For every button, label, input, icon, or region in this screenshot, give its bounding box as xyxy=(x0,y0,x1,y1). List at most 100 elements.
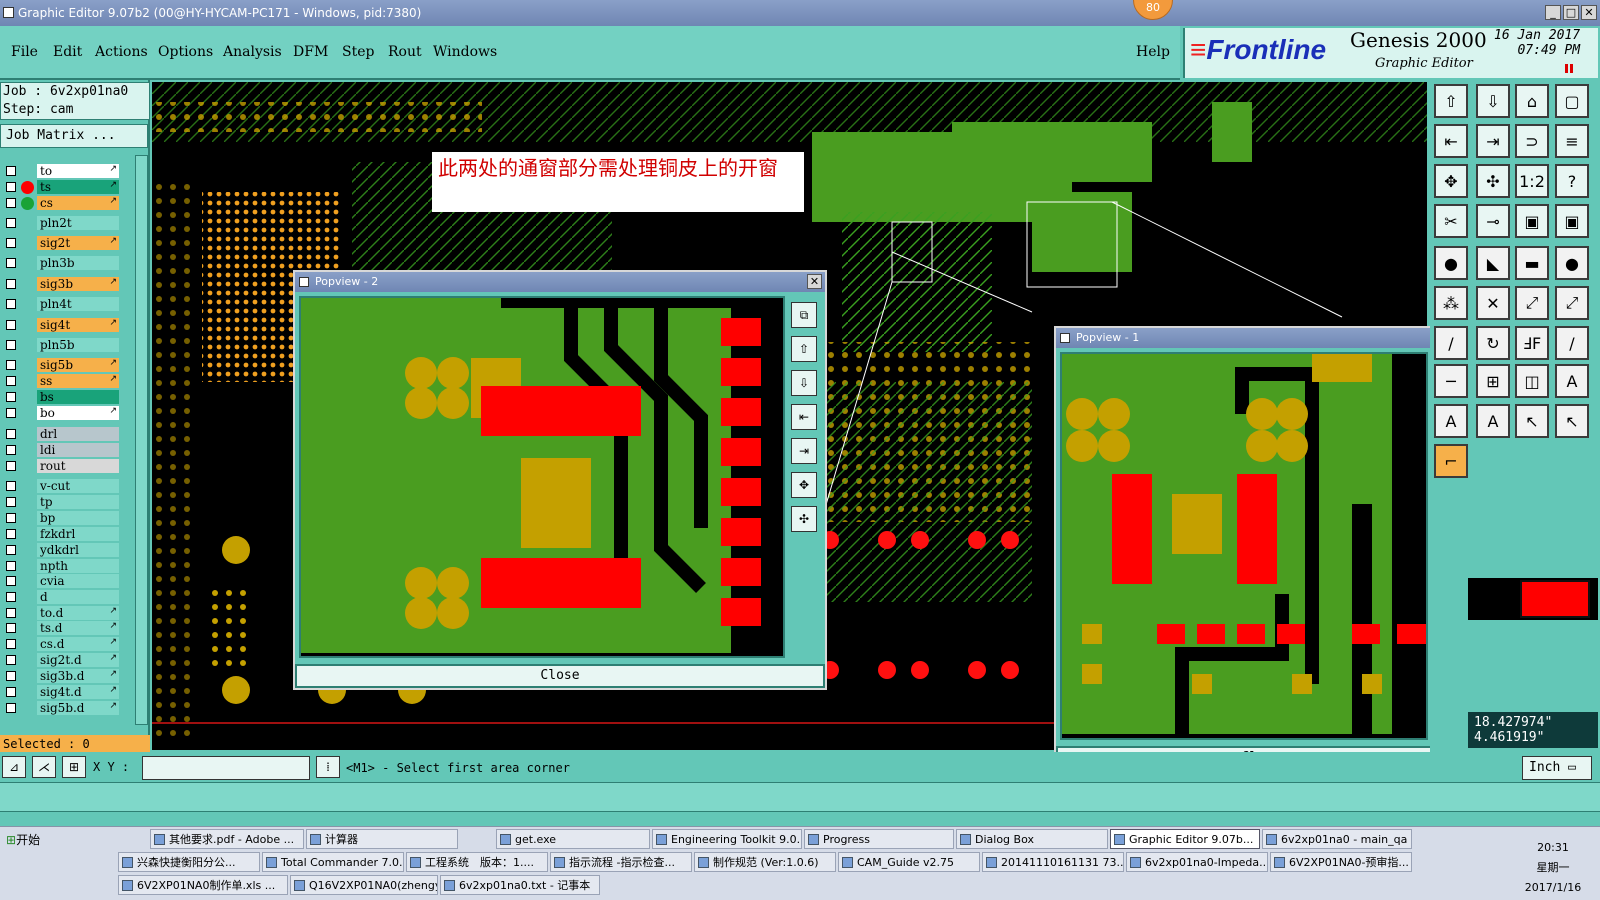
layer-row[interactable]: fzkdrl xyxy=(3,527,119,541)
taskbar-item[interactable]: Dialog Box xyxy=(956,829,1108,849)
tool-2-0-icon[interactable]: ✥ xyxy=(1434,164,1468,198)
layer-row[interactable]: ts.d ↗ xyxy=(3,621,119,635)
layer-row[interactable]: pln2t xyxy=(3,216,119,230)
tool-3-1-icon[interactable]: ⊸ xyxy=(1476,204,1510,238)
layer-checkbox[interactable] xyxy=(6,561,16,571)
layer-row[interactable]: v-cut xyxy=(3,479,119,493)
tool-8-3-icon[interactable]: ↖ xyxy=(1555,404,1589,438)
layer-checkbox[interactable] xyxy=(6,299,16,309)
layer-checkbox[interactable] xyxy=(6,545,16,555)
tool-7-2-icon[interactable]: ◫ xyxy=(1515,364,1549,398)
layer-row[interactable]: sig4t.d ↗ xyxy=(3,685,119,699)
taskbar-item[interactable]: 6v2xp01na0.txt - 记事本 xyxy=(440,875,600,895)
taskbar-item[interactable]: Total Commander 7.0... xyxy=(262,852,404,872)
layer-row[interactable]: bo ↗ xyxy=(3,406,119,420)
layer-row[interactable]: bs xyxy=(3,390,119,404)
layer-row[interactable]: ss ↗ xyxy=(3,374,119,388)
popview-2-pan-left-icon[interactable]: ⇤ xyxy=(791,404,817,430)
taskbar-item[interactable]: 6v2xp01na0-Impeda... xyxy=(1126,852,1268,872)
tool-5-0-icon[interactable]: ⁂ xyxy=(1434,286,1468,320)
taskbar-item[interactable]: 其他要求.pdf - Adobe ... xyxy=(150,829,304,849)
taskbar-item[interactable]: 制作规范 (Ver:1.0.6) xyxy=(694,852,836,872)
layer-checkbox[interactable] xyxy=(6,671,16,681)
layer-checkbox[interactable] xyxy=(6,497,16,507)
popview-2-pan-up-icon[interactable]: ⇧ xyxy=(791,336,817,362)
layer-checkbox[interactable] xyxy=(6,218,16,228)
layer-row[interactable]: sig3b ↗ xyxy=(3,277,119,291)
layer-checkbox[interactable] xyxy=(6,360,16,370)
layer-row[interactable]: bp xyxy=(3,511,119,525)
layer-checkbox[interactable] xyxy=(6,623,16,633)
layer-checkbox[interactable] xyxy=(6,166,16,176)
layer-checkbox[interactable] xyxy=(6,198,16,208)
layer-row[interactable]: ts ↗ xyxy=(3,180,119,194)
layer-row[interactable]: cs ↗ xyxy=(3,196,119,210)
layer-checkbox[interactable] xyxy=(6,408,16,418)
tool-1-1-icon[interactable]: ⇥ xyxy=(1476,124,1510,158)
layer-checkbox[interactable] xyxy=(6,445,16,455)
layer-checkbox[interactable] xyxy=(6,461,16,471)
tool-0-2-icon[interactable]: ⌂ xyxy=(1515,84,1549,118)
popview-2-view[interactable] xyxy=(299,296,785,658)
taskbar-item[interactable]: 计算器 xyxy=(306,829,458,849)
popview-2-pan-down-icon[interactable]: ⇩ xyxy=(791,370,817,396)
tool-4-3-icon[interactable]: ● xyxy=(1555,246,1589,280)
tool-9-0-icon[interactable]: ⌐ xyxy=(1434,444,1468,478)
taskbar-item[interactable]: 6V2XP01NA0-预审指... xyxy=(1270,852,1412,872)
taskbar-item[interactable]: Progress xyxy=(804,829,954,849)
popview-2-titlebar[interactable]: Popview - 2 ✕ xyxy=(295,272,825,292)
tool-1-2-icon[interactable]: ⊃ xyxy=(1515,124,1549,158)
layer-checkbox[interactable] xyxy=(6,529,16,539)
layer-row[interactable]: sig5b ↗ xyxy=(3,358,119,372)
layer-row[interactable]: sig2t ↗ xyxy=(3,236,119,250)
layer-row[interactable]: sig5b.d ↗ xyxy=(3,701,119,715)
tool-2-2-icon[interactable]: 1:2 xyxy=(1515,164,1549,198)
layer-checkbox[interactable] xyxy=(6,639,16,649)
layer-row[interactable]: d xyxy=(3,590,119,604)
layer-checkbox[interactable] xyxy=(6,238,16,248)
menu-windows[interactable]: Windows xyxy=(433,44,497,60)
popview-1-view[interactable] xyxy=(1060,352,1428,740)
layer-row[interactable]: ydkdrl xyxy=(3,543,119,557)
popview-2-close-button[interactable]: Close xyxy=(295,664,825,688)
taskbar-item[interactable]: 工程系统 版本：1.... xyxy=(406,852,548,872)
layer-checkbox[interactable] xyxy=(6,182,16,192)
menu-edit[interactable]: Edit xyxy=(53,44,82,60)
layer-checkbox[interactable] xyxy=(6,279,16,289)
units-selector[interactable]: Inch ▭ xyxy=(1522,756,1592,780)
layer-checkbox[interactable] xyxy=(6,687,16,697)
tool-4-2-icon[interactable]: ▬ xyxy=(1515,246,1549,280)
layer-row[interactable]: rout xyxy=(3,459,119,473)
tool-4-0-icon[interactable]: ● xyxy=(1434,246,1468,280)
layer-row[interactable]: to.d ↗ xyxy=(3,606,119,620)
tool-8-2-icon[interactable]: ↖ xyxy=(1515,404,1549,438)
layer-scrollbar[interactable] xyxy=(135,155,148,725)
layer-row[interactable]: sig3b.d ↗ xyxy=(3,669,119,683)
layer-checkbox[interactable] xyxy=(6,703,16,713)
layer-checkbox[interactable] xyxy=(6,392,16,402)
tool-6-0-icon[interactable]: / xyxy=(1434,326,1468,360)
maximize-button[interactable]: □ xyxy=(1563,5,1579,20)
layer-row[interactable]: cvia xyxy=(3,574,119,588)
tool-5-1-icon[interactable]: ✕ xyxy=(1476,286,1510,320)
menu-file[interactable]: File xyxy=(11,44,38,60)
layer-checkbox[interactable] xyxy=(6,340,16,350)
tool-2-3-icon[interactable]: ? xyxy=(1555,164,1589,198)
tool-0-0-icon[interactable]: ⇧ xyxy=(1434,84,1468,118)
layer-row[interactable]: pln3b xyxy=(3,256,119,270)
popview-1-titlebar[interactable]: Popview - 1 ✕ xyxy=(1056,328,1466,348)
taskbar-item[interactable]: CAM_Guide v2.75 xyxy=(838,852,980,872)
taskbar-item[interactable]: get.exe xyxy=(496,829,650,849)
layer-row[interactable]: sig4t ↗ xyxy=(3,318,119,332)
layer-row[interactable]: tp xyxy=(3,495,119,509)
layer-checkbox[interactable] xyxy=(6,608,16,618)
job-matrix-button[interactable]: Job Matrix ... xyxy=(0,124,148,148)
tool-8-1-icon[interactable]: A xyxy=(1476,404,1510,438)
minimize-button[interactable]: _ xyxy=(1545,5,1561,20)
start-button[interactable]: ⊞开始 xyxy=(2,830,50,850)
taskbar-item[interactable]: 6V2XP01NA0制作单.xls ... xyxy=(118,875,288,895)
tool-8-0-icon[interactable]: A xyxy=(1434,404,1468,438)
tool-5-3-icon[interactable]: ⤢ xyxy=(1555,286,1589,320)
menu-options[interactable]: Options xyxy=(158,44,213,60)
layer-row[interactable]: cs.d ↗ xyxy=(3,637,119,651)
